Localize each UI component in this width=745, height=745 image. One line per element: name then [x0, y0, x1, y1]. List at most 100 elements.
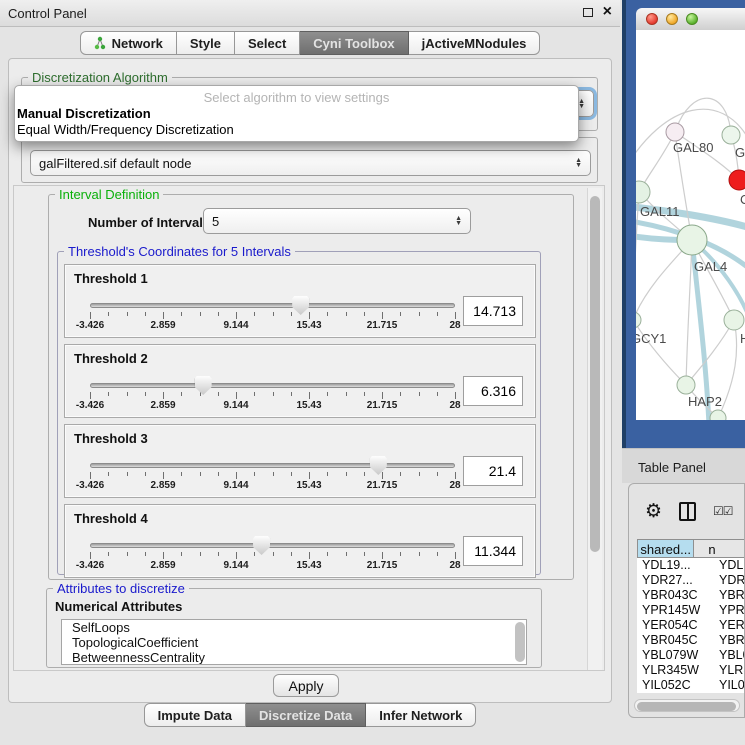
threshold-4-panel: Threshold 4 -3.4262.8599.14415.4321.7152… — [64, 504, 536, 578]
tick-mark — [218, 392, 219, 396]
threshold-3-panel: Threshold 3 -3.4262.8599.14415.4321.7152… — [64, 424, 536, 498]
tick-mark — [382, 312, 383, 319]
vertical-scrollbar-thumb[interactable] — [590, 196, 600, 552]
slider-track[interactable] — [90, 383, 455, 388]
network-canvas[interactable]: GAL80GCGAL11GAL4GCY1HHAP2 — [636, 30, 745, 420]
columns-icon[interactable] — [679, 502, 696, 521]
apply-button[interactable]: Apply — [273, 674, 339, 697]
network-node[interactable] — [666, 123, 684, 141]
attribute-list-item[interactable]: TopologicalCoefficient — [62, 635, 526, 650]
tick-mark — [145, 392, 146, 396]
slider-track[interactable] — [90, 463, 455, 468]
network-node[interactable] — [677, 225, 707, 255]
network-node[interactable] — [722, 126, 740, 144]
scale-tick-label: 2.859 — [150, 320, 175, 331]
number-of-intervals-combobox[interactable]: 5 ▲▼ — [203, 208, 471, 234]
tab-jactivemnodules[interactable]: jActiveMNodules — [409, 31, 541, 55]
table-row[interactable]: YBR043CYBR0 — [637, 588, 745, 603]
minimize-traffic-light-icon[interactable] — [666, 13, 678, 25]
slider-ticks — [90, 312, 455, 320]
scale-tick-label: 9.144 — [223, 320, 248, 331]
float-icon[interactable] — [583, 8, 593, 17]
threshold-value-field[interactable]: 21.4 — [463, 456, 523, 486]
threshold-value-field[interactable]: 14.713 — [463, 296, 523, 326]
settings-scroll-area: Interval Definition Number of Intervals … — [13, 185, 605, 671]
select-all-checkboxes-icon[interactable]: ☑☑ — [713, 504, 733, 518]
network-node[interactable] — [710, 410, 726, 420]
tab-style[interactable]: Style — [177, 31, 235, 55]
horizontal-scrollbar[interactable] — [634, 699, 740, 712]
dropdown-option-manual[interactable]: Manual Discretization — [15, 106, 578, 122]
tick-mark — [108, 552, 109, 556]
network-edge[interactable] — [636, 192, 639, 320]
dropdown-option-equal-width[interactable]: Equal Width/Frequency Discretization — [15, 122, 578, 138]
tick-mark — [364, 392, 365, 396]
close-traffic-light-icon[interactable] — [646, 13, 658, 25]
scale-tick-label: 21.715 — [367, 320, 398, 331]
tab-infer-network[interactable]: Infer Network — [366, 703, 476, 727]
table-row[interactable]: YER054CYER0 — [637, 618, 745, 633]
tick-mark — [163, 472, 164, 479]
attribute-list-item[interactable]: BetweennessCentrality — [62, 650, 526, 665]
threshold-value-field[interactable]: 6.316 — [463, 376, 523, 406]
column-header-name[interactable]: n — [694, 539, 745, 558]
tab-impute-data[interactable]: Impute Data — [144, 703, 246, 727]
tick-mark — [127, 312, 128, 316]
slider-scale-labels: -3.4262.8599.14415.4321.71528 — [90, 320, 455, 334]
attribute-list-item[interactable]: SelfLoops — [62, 620, 526, 635]
table-row[interactable]: YDL19...YDL1 — [637, 558, 745, 573]
dropdown-hint: Select algorithm to view settings — [15, 88, 578, 106]
slider-track[interactable] — [90, 303, 455, 308]
gear-icon[interactable]: ⚙ — [645, 502, 662, 521]
slider-track[interactable] — [90, 543, 455, 548]
numerical-attributes-list[interactable]: SelfLoopsTopologicalCoefficientBetweenne… — [61, 619, 527, 665]
control-panel-window: Control Panel × Network Style Select Cyn… — [0, 0, 620, 745]
table-row[interactable]: YBR045CYBR0 — [637, 633, 745, 648]
tick-mark — [254, 392, 255, 396]
tick-mark — [181, 392, 182, 396]
close-icon[interactable]: × — [603, 5, 612, 19]
tab-select[interactable]: Select — [235, 31, 300, 55]
horizontal-scrollbar-thumb[interactable] — [637, 702, 736, 711]
network-node[interactable] — [677, 376, 695, 394]
table-row[interactable]: YPR145WYPR1 — [637, 603, 745, 618]
network-edge[interactable] — [686, 320, 734, 385]
table-row[interactable]: YBL079WYBL0 — [637, 648, 745, 663]
tab-discretize-data[interactable]: Discretize Data — [246, 703, 366, 727]
tick-mark — [327, 392, 328, 396]
tick-mark — [364, 552, 365, 556]
list-scrollbar-thumb[interactable] — [515, 622, 525, 662]
table-data-combobox[interactable]: galFiltered.sif default node ▲▼ — [30, 150, 591, 176]
table-row[interactable]: YLR345WYLR3 — [637, 663, 745, 678]
tick-mark — [108, 472, 109, 476]
scale-tick-label: 15.43 — [296, 400, 321, 411]
threshold-value-field[interactable]: 11.344 — [463, 536, 523, 566]
node-attribute-table: shared... n YDL19...YDL1YDR27...YDR2YBR0… — [637, 539, 745, 693]
slider-scale-labels: -3.4262.8599.14415.4321.71528 — [90, 400, 455, 414]
tick-mark — [254, 472, 255, 476]
vertical-scrollbar[interactable] — [587, 188, 602, 670]
zoom-traffic-light-icon[interactable] — [686, 13, 698, 25]
tick-mark — [127, 392, 128, 396]
column-header-shared-name[interactable]: shared... — [637, 539, 694, 558]
table-row[interactable]: YDR27...YDR2 — [637, 573, 745, 588]
tab-network[interactable]: Network — [80, 31, 177, 55]
tick-mark — [291, 472, 292, 476]
scale-tick-label: 2.859 — [150, 480, 175, 491]
table-panel-toolbar: ⚙ ☑☑ — [629, 490, 745, 532]
network-node[interactable] — [636, 181, 650, 203]
scale-tick-label: 2.859 — [150, 560, 175, 571]
network-edge[interactable] — [636, 320, 686, 385]
network-node[interactable] — [724, 310, 744, 330]
tab-cyni-toolbox[interactable]: Cyni Toolbox — [300, 31, 408, 55]
slider-scale-labels: -3.4262.8599.14415.4321.71528 — [90, 480, 455, 494]
tick-mark — [163, 392, 164, 399]
network-edge[interactable] — [686, 240, 692, 385]
table-data-group: Table Data galFiltered.sif default node … — [21, 137, 598, 183]
network-node[interactable] — [636, 312, 641, 328]
table-cell: YER0 — [707, 618, 745, 633]
network-node[interactable] — [729, 170, 745, 190]
table-cell: YER054C — [637, 618, 707, 633]
threshold-1-panel: Threshold 1 -3.4262.8599.14415.4321.7152… — [64, 264, 536, 338]
table-row[interactable]: YIL052CYIL0 — [637, 678, 745, 693]
